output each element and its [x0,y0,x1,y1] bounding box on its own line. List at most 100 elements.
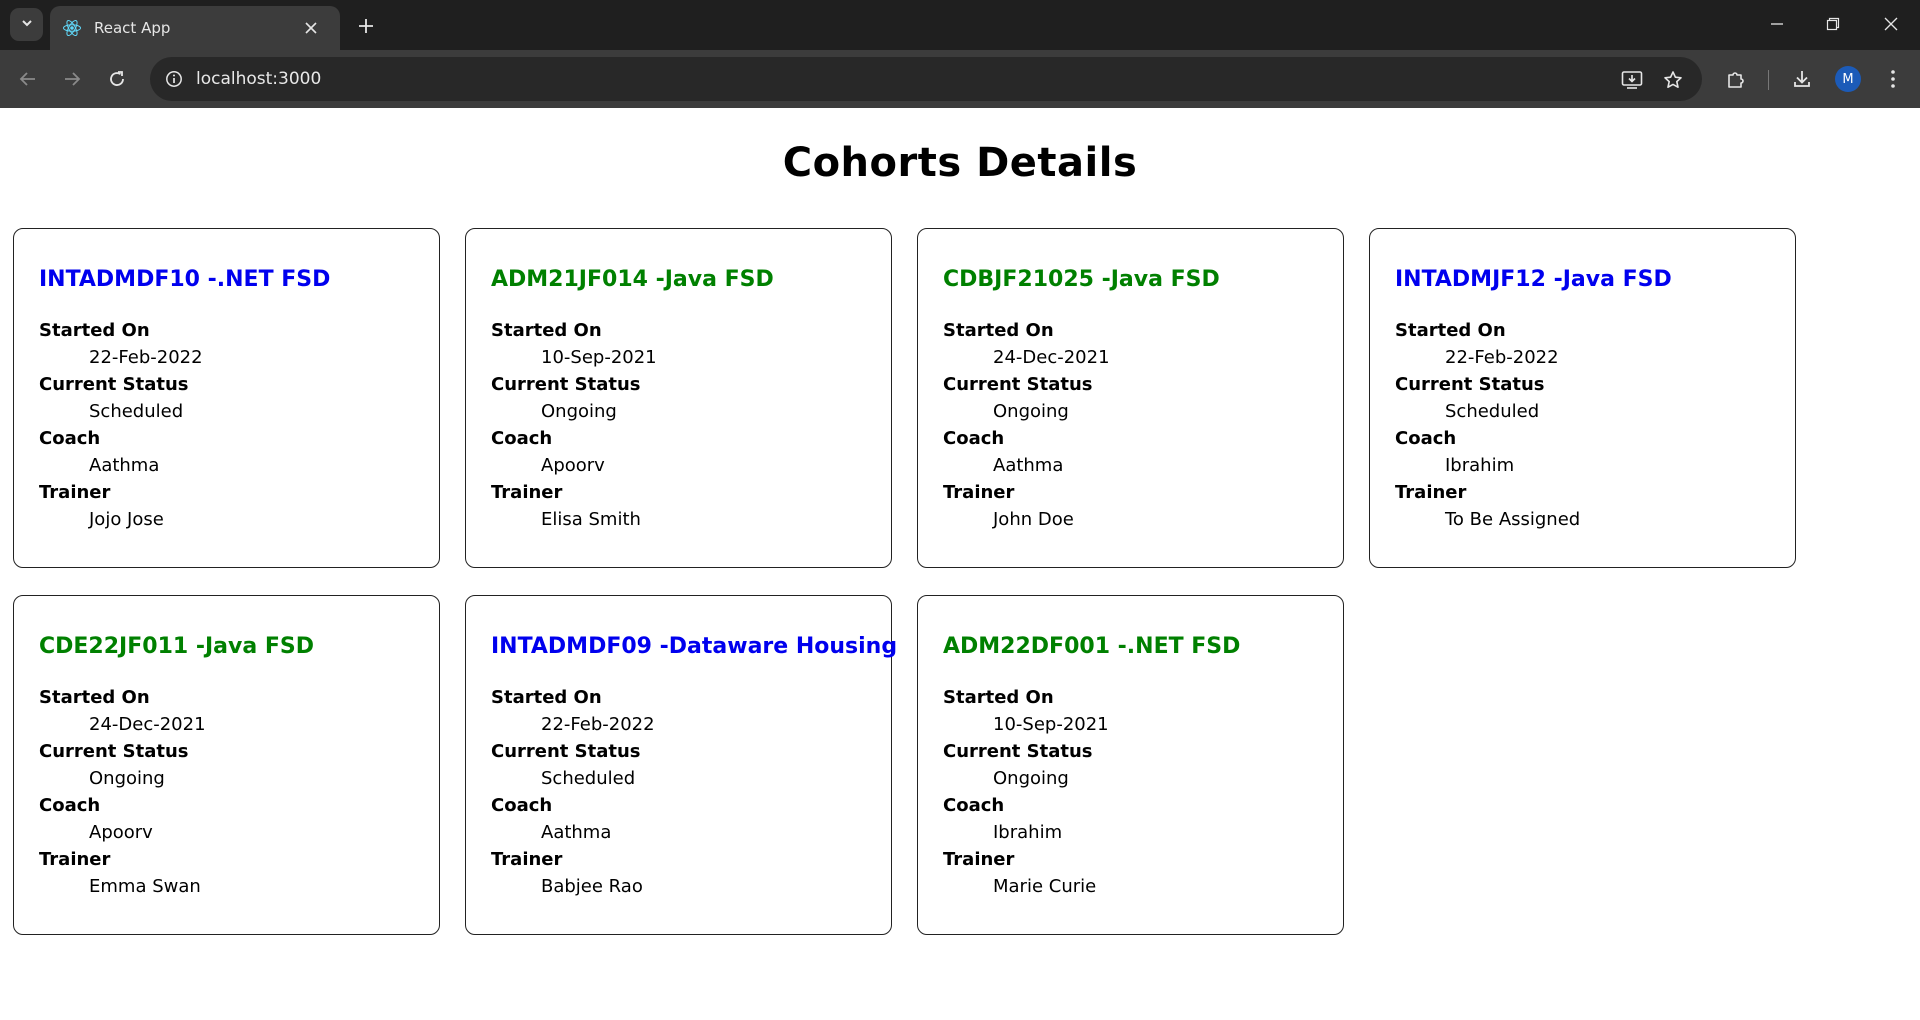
status-label: Current Status [491,741,641,762]
trainer-value: Babjee Rao [541,876,643,897]
close-window-icon[interactable] [1876,10,1906,38]
status-value: Ongoing [541,401,617,422]
cohort-title: ADM21JF014 -Java FSD [491,267,774,292]
site-info-icon[interactable] [162,67,186,91]
cohort-card: INTADMJF12 -Java FSD Started On 22-Feb-202… [1369,228,1796,568]
status-value: Ongoing [993,768,1069,789]
forward-arrow-icon[interactable] [57,64,87,94]
trainer-label: Trainer [943,482,1015,503]
status-label: Current Status [943,374,1093,395]
trainer-label: Trainer [943,849,1015,870]
cohort-card: ADM21JF014 -Java FSD Started On 10-Sep-202… [465,228,892,568]
bookmark-star-icon[interactable] [1660,67,1686,93]
status-label: Current Status [491,374,641,395]
restore-icon[interactable] [1818,10,1848,38]
profile-avatar[interactable]: M [1835,66,1861,92]
trainer-value: Emma Swan [89,876,201,897]
started-on-label: Started On [1395,320,1506,341]
cohort-details: Started On 24-Dec-2021 Current Status Ongoi… [943,317,1318,533]
cohort-card: CDBJF21025 -Java FSD Started On 24-Dec-202… [917,228,1344,568]
trainer-value: Marie Curie [993,876,1097,897]
cohort-card: INTADMDF09 -Dataware Housing Started On 22… [465,595,898,935]
trainer-label: Trainer [491,482,563,503]
cohort-details: Started On 22-Feb-2022 Current Status Sched… [39,317,414,533]
minimize-icon[interactable] [1762,10,1792,38]
started-on-value: 24-Dec-2021 [993,347,1110,368]
new-tab-icon[interactable] [352,12,380,40]
trainer-value: John Doe [993,509,1074,530]
cohort-title: ADM22DF001 -.NET FSD [943,634,1241,659]
page-title: Cohorts Details [782,140,1138,186]
trainer-label: Trainer [39,849,111,870]
started-on-label: Started On [39,320,150,341]
cohort-title: CDBJF21025 -Java FSD [943,267,1220,292]
status-label: Current Status [1395,374,1545,395]
cohort-card: INTADMDF10 -.NET FSD Started On 22-Feb-202… [13,228,440,568]
coach-value: Ibrahim [993,822,1063,843]
status-value: Scheduled [89,401,184,422]
reload-icon[interactable] [102,64,132,94]
started-on-label: Started On [491,320,602,341]
trainer-value: Jojo Jose [89,509,164,530]
coach-value: Aathma [993,455,1064,476]
coach-label: Coach [39,795,101,816]
coach-value: Ibrahim [1445,455,1515,476]
more-menu-icon[interactable] [1878,64,1908,94]
coach-label: Coach [491,795,553,816]
browser-tab[interactable]: React App [50,6,340,50]
cohort-details: Started On 22-Feb-2022 Current Status Sched… [491,684,866,900]
cohort-title: INTADMJF12 -Java FSD [1395,267,1672,292]
cohort-details: Started On 10-Sep-2021 Current Status Ongoi… [491,317,866,533]
coach-value: Aathma [89,455,160,476]
coach-label: Coach [491,428,553,449]
started-on-value: 24-Dec-2021 [89,714,206,735]
trainer-label: Trainer [491,849,563,870]
cohort-details: Started On 10-Sep-2021 Current Status Ongoi… [943,684,1318,900]
browser-tab-bar: React App [0,0,1920,50]
started-on-value: 10-Sep-2021 [993,714,1109,735]
coach-label: Coach [943,428,1005,449]
trainer-value: To Be Assigned [1445,509,1581,530]
status-value: Scheduled [541,768,636,789]
download-icon[interactable] [1787,64,1817,94]
started-on-label: Started On [491,687,602,708]
cohort-card: CDE22JF011 -Java FSD Started On 24-Dec-202… [13,595,440,935]
address-bar[interactable]: localhost:3000 [150,57,1702,101]
toolbar-divider [1768,70,1769,90]
coach-label: Coach [943,795,1005,816]
status-label: Current Status [39,374,189,395]
started-on-label: Started On [943,687,1054,708]
coach-label: Coach [39,428,101,449]
cohort-details: Started On 24-Dec-2021 Current Status Ongoi… [39,684,414,900]
started-on-label: Started On [943,320,1054,341]
coach-label: Coach [1395,428,1457,449]
install-app-icon[interactable] [1619,67,1645,93]
cohort-title: CDE22JF011 -Java FSD [39,634,314,659]
url-text[interactable]: localhost:3000 [196,69,321,89]
started-on-value: 22-Feb-2022 [89,347,203,368]
started-on-value: 22-Feb-2022 [541,714,655,735]
status-label: Current Status [943,741,1093,762]
cohort-card: ADM22DF001 -.NET FSD Started On 10-Sep-202… [917,595,1344,935]
trainer-value: Elisa Smith [541,509,641,530]
status-value: Ongoing [89,768,165,789]
tab-search-button[interactable] [10,8,43,41]
coach-value: Apoorv [541,455,605,476]
cohort-title: INTADMDF10 -.NET FSD [39,267,331,292]
status-value: Ongoing [993,401,1069,422]
cohort-details: Started On 22-Feb-2022 Current Status Sched… [1395,317,1770,533]
trainer-label: Trainer [1395,482,1467,503]
status-label: Current Status [39,741,189,762]
page-content: Cohorts Details INTADMDF10 -.NET FSD Star… [0,108,1920,1020]
trainer-label: Trainer [39,482,111,503]
extensions-puzzle-icon[interactable] [1721,64,1751,94]
close-tab-icon[interactable] [299,16,323,40]
started-on-label: Started On [39,687,150,708]
back-arrow-icon[interactable] [13,64,43,94]
browser-toolbar: localhost:3000 M [0,50,1920,108]
started-on-value: 10-Sep-2021 [541,347,657,368]
cohort-title: INTADMDF09 -Dataware Housing [491,634,898,659]
tab-title: React App [94,19,171,37]
chevron-down-icon [20,15,34,34]
cohort-grid: INTADMDF10 -.NET FSD Started On 22-Feb-202… [13,228,1796,935]
